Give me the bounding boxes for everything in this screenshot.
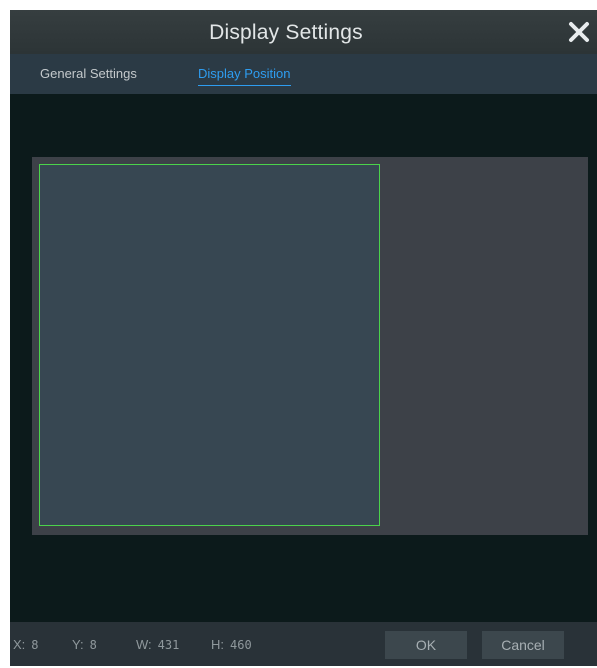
tab-display-position-label: Display Position <box>198 66 291 81</box>
display-preview-area <box>32 157 588 535</box>
x-value: 8 <box>31 638 39 652</box>
close-icon[interactable] <box>565 18 593 46</box>
footer-bar: X: 8 Y: 8 W: 431 H: 460 OK Cancel <box>10 622 597 666</box>
w-label: W: <box>136 637 152 652</box>
x-coordinate: X: 8 <box>13 622 39 666</box>
height-readout: H: 460 <box>211 622 252 666</box>
display-settings-dialog: Display Settings General Settings Displa… <box>10 10 597 666</box>
tab-general-settings[interactable]: General Settings <box>40 54 137 94</box>
tab-bar: General Settings Display Position <box>10 54 597 94</box>
cancel-button[interactable]: Cancel <box>482 631 564 659</box>
w-value: 431 <box>157 638 180 652</box>
y-coordinate: Y: 8 <box>72 622 97 666</box>
y-value: 8 <box>89 638 97 652</box>
y-label: Y: <box>72 637 84 652</box>
width-readout: W: 431 <box>136 622 179 666</box>
h-value: 460 <box>230 638 252 652</box>
active-tab-underline <box>198 85 291 86</box>
title-bar: Display Settings <box>10 10 597 54</box>
tab-display-position[interactable]: Display Position <box>198 54 291 94</box>
dialog-title: Display Settings <box>209 21 363 44</box>
h-label: H: <box>211 637 224 652</box>
x-label: X: <box>13 637 26 652</box>
display-position-rectangle[interactable] <box>39 164 380 526</box>
ok-button[interactable]: OK <box>385 631 467 659</box>
